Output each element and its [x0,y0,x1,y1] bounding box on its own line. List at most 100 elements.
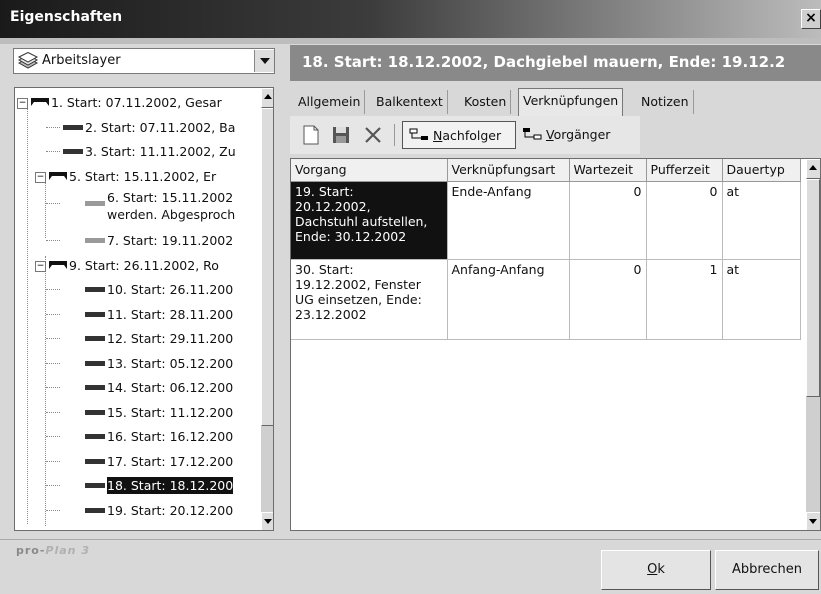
dialog-footer: pro-Plan 3 Ok Abbrechen [0,535,821,594]
tree-item-label[interactable]: 11. Start: 28.11.200 [107,306,233,323]
successor-label: achfolger [442,128,502,143]
tree-item-label[interactable]: 19. Start: 20.12.200 [107,502,233,519]
tree-guide-line [46,338,60,340]
cell-pufferzeit[interactable]: 1 [646,259,723,340]
arrow-up-icon [809,165,817,170]
table-row[interactable]: 19. Start: 20.12.2002, Dachstuhl aufstel… [291,181,801,260]
task-bar-icon [63,149,83,154]
links-grid[interactable]: Vorgang Verknüpfungsart Wartezeit Puffer… [290,158,821,531]
tree-guide-line [46,203,60,204]
tree-guide-line [46,411,60,413]
tree-guide-line [46,126,60,128]
cell-vorgang[interactable]: 30. Start: 19.12.2002, Fenster UG einset… [291,259,448,340]
tree-guide-line [27,104,28,524]
scroll-thumb[interactable] [806,179,820,397]
successor-mnemonic: N [433,128,443,143]
table-row[interactable]: 30. Start: 19.12.2002, Fenster UG einset… [291,259,801,340]
tree-item-label[interactable]: 2. Start: 07.11.2002, Ba [85,119,235,136]
new-document-icon[interactable] [300,124,322,146]
save-icon[interactable] [330,124,352,146]
tree-item-label[interactable]: 6. Start: 15.11.2002 werden. Abgesproch [107,189,235,223]
cell-wartezeit[interactable]: 0 [569,181,647,260]
tree-item-label[interactable]: 5. Start: 15.11.2002, Er [69,168,216,185]
task-header-title: 18. Start: 18.12.2002, Dachgiebel mauern… [302,53,786,71]
frame-top [0,38,821,44]
cell-dauertyp[interactable]: at [722,259,801,340]
link-toolbar: Nachfolger Vorgänger [290,116,640,154]
column-header-pufferzeit[interactable]: Pufferzeit [646,159,723,182]
tree-guide-line [46,362,60,364]
tree-guide-line [46,387,60,389]
predecessor-label: orgänger [553,127,611,142]
tab-verknuepfungen[interactable]: Verknüpfungen [518,88,624,116]
column-header-vorgang[interactable]: Vorgang [291,159,448,182]
task-header: 18. Start: 18.12.2002, Dachgiebel mauern… [290,45,821,81]
scroll-up-button[interactable] [261,88,273,108]
ok-mnemonic: O [647,562,658,577]
tree-scrollbar[interactable] [261,88,273,530]
layer-dropdown[interactable]: Arbeitslayer [13,48,275,74]
tab-balkentext[interactable]: Balkentext [372,90,448,114]
tree-item-label[interactable]: 9. Start: 26.11.2002, Ro [69,257,219,274]
scroll-down-button[interactable] [806,512,820,530]
tab-notizen[interactable]: Notizen [637,90,694,114]
tree-item-label[interactable]: 7. Start: 19.11.2002 [107,232,233,249]
close-button[interactable]: × [801,9,821,29]
predecessor-mnemonic: V [546,127,554,142]
delete-icon[interactable] [362,124,384,146]
links-table: Vorgang Verknüpfungsart Wartezeit Puffer… [291,159,801,340]
tree-guide-line [46,460,60,462]
cancel-button[interactable]: Abbrechen [715,550,819,590]
task-bar-icon [85,336,105,342]
cell-wartezeit[interactable]: 0 [569,259,647,340]
cell-vorgang-line: 19. Start: [295,183,354,199]
tree-expander[interactable]: − [35,260,46,272]
scroll-thumb[interactable] [261,108,273,426]
tree-expander[interactable]: − [17,98,28,109]
successor-button[interactable]: Nachfolger [402,121,516,149]
tab-allgemein[interactable]: Allgemein [294,90,366,114]
column-header-wartezeit[interactable]: Wartezeit [569,159,647,182]
window-title: Eigenschaften [10,9,123,25]
grid-scrollbar[interactable] [806,159,820,530]
arrow-up-icon [264,94,272,99]
tree-item-label[interactable]: 12. Start: 29.11.200 [107,330,233,347]
cell-dauertyp[interactable]: at [722,181,801,260]
tree-guide-line [46,485,60,487]
cell-pufferzeit[interactable]: 0 [646,181,723,260]
tree-item-label[interactable]: 15. Start: 11.12.200 [107,404,233,421]
cell-verknuepfungsart[interactable]: Anfang-Anfang [447,259,570,340]
tree-item-label[interactable]: 13. Start: 05.12.200 [107,355,233,372]
tree-item-label[interactable]: 17. Start: 17.12.200 [107,453,233,470]
predecessor-button[interactable]: Vorgänger [516,121,626,149]
tree-item-label[interactable]: 3. Start: 11.11.2002, Zu [85,143,236,160]
cell-vorgang-line: 20.12.2002, [295,198,371,214]
dropdown-button[interactable] [254,50,274,72]
tree-item-label[interactable]: 16. Start: 16.12.200 [107,428,233,445]
cell-vorgang[interactable]: 19. Start: 20.12.2002, Dachstuhl aufstel… [291,181,448,260]
tree-item-label[interactable]: 10. Start: 26.11.200 [107,281,233,298]
tree-guide-line [46,289,60,291]
task-bar-icon [85,458,105,464]
task-bar-icon [85,483,105,489]
tree-item-label[interactable]: 14. Start: 06.12.200 [107,379,233,396]
ok-button[interactable]: Ok [601,550,711,590]
tree-item-label[interactable]: 1. Start: 07.11.2002, Gesar [51,94,222,111]
cell-verknuepfungsart[interactable]: Ende-Anfang [447,181,570,260]
scroll-down-button[interactable] [261,512,273,530]
task-bar-icon [85,287,105,293]
tree-expander[interactable]: − [35,171,46,183]
column-header-verknuepfungsart[interactable]: Verknüpfungsart [447,159,570,182]
task-bar-icon [63,124,83,130]
column-header-dauertyp[interactable]: Dauertyp [722,159,801,182]
tree-item-label[interactable]: 18. Start: 18.12.200 [105,476,235,496]
tree-guide-line [46,240,60,242]
task-bar-icon [85,201,105,206]
tab-kosten[interactable]: Kosten [460,90,512,114]
tree-guide-line [46,509,60,511]
task-bar-icon [85,507,105,513]
brand-name: Plan 3 [45,544,90,557]
scroll-up-button[interactable] [806,159,820,179]
brand-prefix: pro- [16,544,46,557]
task-tree[interactable]: − 1. Start: 07.11.2002, Gesar 2. Start: 07… [14,87,274,531]
